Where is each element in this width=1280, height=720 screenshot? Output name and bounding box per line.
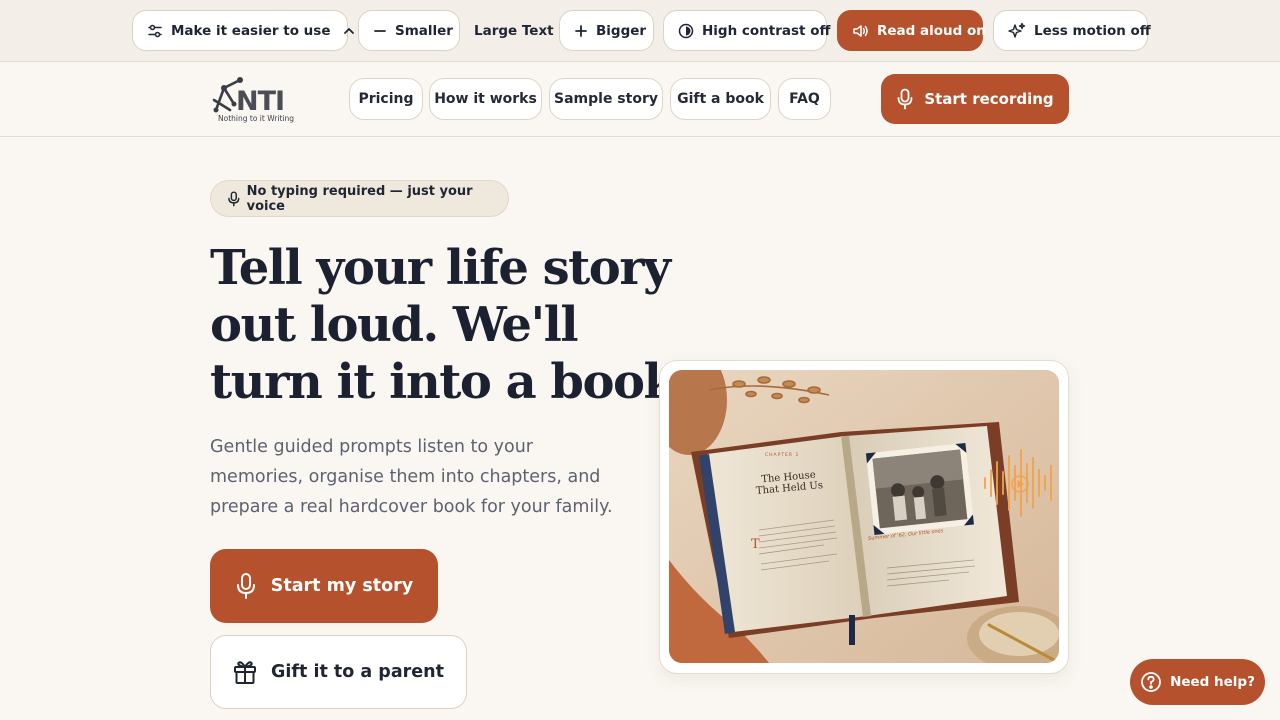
hero-subtitle: Gentle guided prompts listen to your mem… xyxy=(210,437,613,517)
nav-how-it-works[interactable]: How it works xyxy=(429,78,542,120)
sparkles-icon xyxy=(1008,22,1026,38)
need-help-label: Need help? xyxy=(1170,674,1255,690)
start-recording-button[interactable]: Start recording xyxy=(881,74,1069,124)
read-aloud-toggle[interactable]: Read aloud on xyxy=(837,10,986,51)
nav-pricing[interactable]: Pricing xyxy=(349,78,423,120)
hero-title-line: Tell your life story xyxy=(210,240,671,296)
chevron-up-icon xyxy=(344,27,355,34)
nti-logo-icon: NTI xyxy=(212,77,285,117)
make-easier-button[interactable]: Make it easier to use xyxy=(132,10,355,51)
hero-title-line: out loud. We'll xyxy=(210,297,579,353)
need-help-button[interactable]: Need help? xyxy=(1130,659,1265,705)
high-contrast-toggle[interactable]: High contrast off xyxy=(663,10,831,51)
contrast-icon xyxy=(678,23,694,38)
plus-icon xyxy=(575,24,587,37)
minus-icon xyxy=(374,29,386,32)
nav-gift-a-book[interactable]: Gift a book xyxy=(670,78,771,120)
gift-to-parent-button[interactable]: Gift it to a parent xyxy=(210,635,467,709)
start-my-story-button[interactable]: Start my story xyxy=(210,549,438,623)
brand-tagline: Nothing to it Writing xyxy=(218,114,294,123)
less-motion-toggle[interactable]: Less motion off xyxy=(993,10,1151,51)
badge-label: No typing required — just your voice xyxy=(246,183,473,214)
nav-faq[interactable]: FAQ xyxy=(778,78,831,120)
gift-to-parent-label: Gift it to a parent xyxy=(271,662,444,682)
hero-title: Tell your life story out loud. We'll tur… xyxy=(210,240,692,411)
logo-text: NTI xyxy=(236,86,284,114)
open-book-photo: T xyxy=(669,370,1059,663)
make-easier-label: Make it easier to use xyxy=(171,22,331,39)
microphone-icon xyxy=(228,190,240,207)
smaller-label: Smaller xyxy=(395,22,453,39)
read-aloud-label: Read aloud on xyxy=(877,22,986,39)
text-size-label: Large Text xyxy=(474,22,554,39)
sliders-icon xyxy=(148,24,162,37)
microphone-icon xyxy=(236,573,255,599)
text-size-indicator: Large Text xyxy=(460,10,558,51)
speaker-icon xyxy=(853,24,868,37)
no-typing-badge: No typing required — just your voice xyxy=(210,180,509,217)
svg-text:T: T xyxy=(751,537,760,552)
hero-title-line: turn it into a book. xyxy=(210,354,692,410)
microphone-icon xyxy=(897,88,913,110)
nav-sample-story[interactable]: Sample story xyxy=(549,78,663,120)
less-motion-label: Less motion off xyxy=(1034,22,1151,39)
question-icon xyxy=(1141,672,1161,692)
start-recording-label: Start recording xyxy=(924,90,1054,108)
accessibility-toolbar: Make it easier to use Smaller Large Text… xyxy=(0,0,1280,62)
gift-icon xyxy=(234,661,257,684)
contrast-label: High contrast off xyxy=(702,22,831,39)
start-my-story-label: Start my story xyxy=(270,576,414,596)
book-chapter-label: CHAPTER 1 xyxy=(765,453,800,458)
bigger-label: Bigger xyxy=(596,22,647,39)
text-smaller-button[interactable]: Smaller xyxy=(358,10,460,51)
text-bigger-button[interactable]: Bigger xyxy=(559,10,654,51)
